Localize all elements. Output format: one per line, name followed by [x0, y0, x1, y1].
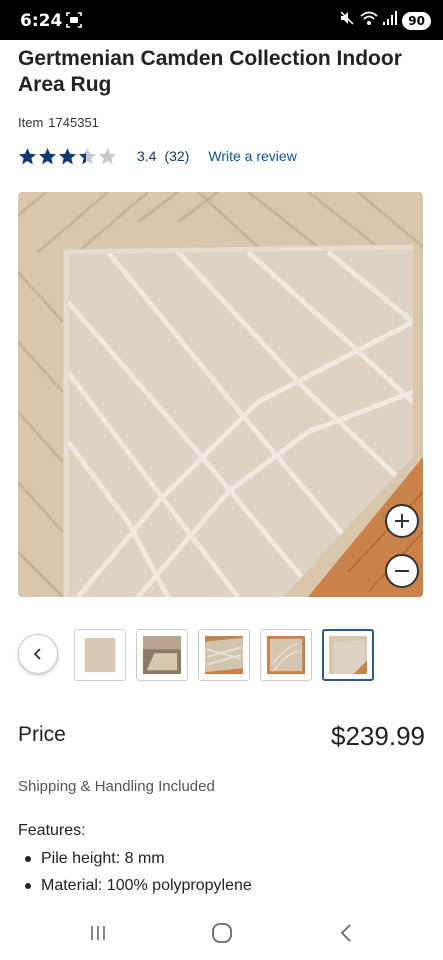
star-icon	[38, 147, 57, 164]
product-main-image[interactable]	[18, 192, 423, 597]
thumbnail-corner-view[interactable]	[198, 629, 250, 681]
rug-back-image	[18, 192, 423, 597]
star-rating[interactable]	[18, 147, 117, 166]
thumbnail-front-view[interactable]	[74, 629, 126, 681]
item-number-line: Item 1745351	[18, 115, 99, 130]
thumbnail-swirl-view[interactable]	[260, 629, 312, 681]
feature-item: Pile height: 8 mm	[22, 845, 252, 872]
star-icon	[78, 147, 97, 164]
back-icon	[340, 924, 351, 942]
shipping-note: Shipping & Handling Included	[18, 778, 215, 795]
price-value: $239.99	[331, 721, 425, 751]
home-button[interactable]	[211, 923, 233, 948]
wifi-icon	[360, 10, 378, 31]
thumbnail-back-view[interactable]	[322, 629, 374, 681]
system-nav-bar	[0, 905, 443, 960]
chevron-left-icon	[33, 648, 41, 660]
features-list: Pile height: 8 mm Material: 100% polypro…	[22, 845, 252, 899]
status-icons: 90	[339, 10, 431, 31]
review-count[interactable]: (32)	[164, 148, 189, 164]
zoom-in-button[interactable]	[385, 504, 419, 538]
mute-icon	[339, 10, 355, 31]
rating-value[interactable]: 3.4	[137, 148, 156, 164]
features-title: Features:	[18, 822, 86, 839]
star-icon	[98, 147, 117, 164]
signal-icon	[383, 10, 398, 31]
recent-apps-icon	[91, 926, 105, 940]
price-label: Price	[18, 723, 66, 746]
recent-apps-button[interactable]	[88, 923, 108, 948]
star-icon	[18, 147, 37, 164]
plus-icon	[395, 514, 409, 528]
back-button[interactable]	[338, 923, 354, 948]
item-number: 1745351	[48, 115, 99, 130]
battery-icon: 90	[402, 11, 431, 30]
screen-recorder-icon	[66, 12, 82, 33]
zoom-out-button[interactable]	[385, 554, 419, 588]
minus-icon	[395, 570, 409, 572]
rating-row: 3.4 (32) Write a review	[18, 145, 297, 167]
status-time: 6:24	[20, 11, 63, 31]
star-icon	[58, 147, 77, 164]
feature-item: Material: 100% polypropylene	[22, 872, 252, 899]
write-review-link[interactable]: Write a review	[208, 148, 296, 164]
status-bar: 6:24 90	[0, 0, 443, 40]
thumbnail-room-view[interactable]	[136, 629, 188, 681]
home-icon	[212, 923, 232, 943]
thumbnail-prev-button[interactable]	[18, 634, 58, 674]
item-label: Item	[18, 115, 44, 130]
product-title: Gertmenian Camden Collection Indoor Area…	[18, 47, 402, 96]
